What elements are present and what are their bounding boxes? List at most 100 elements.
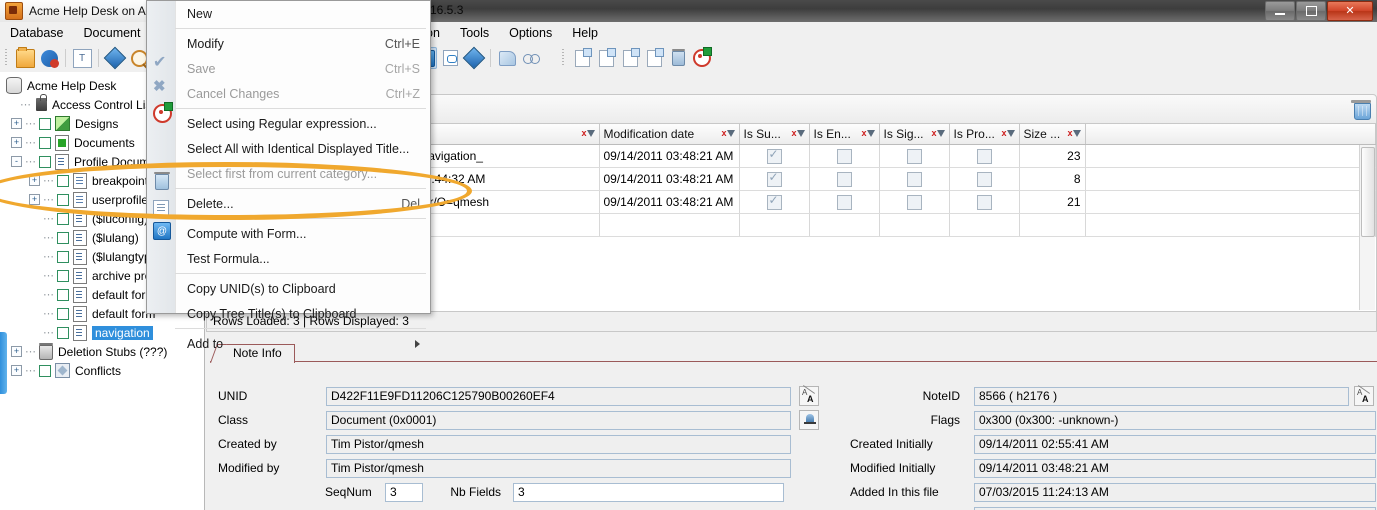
expander-icon[interactable]: +	[11, 137, 22, 148]
filter-icon[interactable]	[722, 128, 735, 140]
col-header-is-encrypted[interactable]: Is En...	[809, 124, 880, 145]
tree-checkbox[interactable]	[39, 364, 51, 377]
expander-icon[interactable]: +	[11, 346, 22, 357]
az-format-icon[interactable]: AA	[1354, 385, 1374, 406]
profile-doc-icon	[73, 172, 87, 189]
expander-icon[interactable]: +	[29, 194, 40, 205]
text-tool-icon[interactable]: T	[71, 47, 93, 69]
noteid-value[interactable]: 8566 ( h2176 )	[974, 386, 1349, 406]
tree-item-conflicts[interactable]: + ⋯ Conflicts	[0, 361, 204, 380]
refresh-icon[interactable]	[38, 47, 60, 69]
check-doc-icon[interactable]	[571, 47, 593, 69]
col-header-is-signed[interactable]: Is Sig...	[879, 124, 950, 145]
flag-icon[interactable]	[799, 410, 819, 430]
open-folder-icon[interactable]	[14, 46, 36, 69]
tree-checkbox[interactable]	[57, 269, 69, 282]
link-doc-icon[interactable]	[439, 47, 461, 69]
menu-item-select-all-identical-title[interactable]: Select All with Identical Displayed Titl…	[175, 136, 430, 161]
added-in-this-file-value[interactable]: 07/03/2015 11:24:13 AM	[974, 482, 1376, 502]
cell-spacer	[1085, 144, 1376, 168]
filter-icon[interactable]	[932, 128, 945, 140]
seqnum-value[interactable]: 3	[385, 482, 423, 502]
tree-checkbox[interactable]	[57, 288, 69, 301]
tree-checkbox[interactable]	[57, 250, 69, 263]
tree-checkbox[interactable]	[39, 136, 51, 149]
scrollbar-thumb[interactable]	[1361, 147, 1375, 237]
tree-checkbox[interactable]	[57, 231, 69, 244]
expander-icon[interactable]: +	[11, 118, 22, 129]
unid-value[interactable]: D422F11E9FD11206C125790B00260EF4	[326, 386, 791, 406]
move-doc-icon[interactable]	[643, 47, 665, 69]
field-modified-initially: Modified Initially 09/14/2011 03:48:21 A…	[850, 458, 1376, 478]
tree-item-deletion-stubs[interactable]: + ⋯ Deletion Stubs (???)	[0, 342, 204, 361]
menu-database[interactable]: Database	[0, 24, 74, 42]
toolbar-grip-1[interactable]	[3, 49, 10, 67]
created-initially-value[interactable]: 09/14/2011 02:55:41 AM	[974, 434, 1376, 454]
tree-checkbox[interactable]	[57, 326, 69, 339]
tree-checkbox[interactable]	[57, 174, 69, 187]
menu-document[interactable]: Document	[74, 24, 151, 42]
cell-size: 23	[1019, 144, 1086, 168]
documents-icon	[55, 134, 69, 151]
modified-by-value[interactable]: Tim Pistor/qmesh	[326, 458, 791, 478]
modified-in-this-file-value[interactable]: 07/03/2015 11:24:13 AM	[974, 506, 1376, 510]
field-added-in-this-file: Added In this file 07/03/2015 11:24:13 A…	[850, 482, 1376, 502]
multi-doc-icon[interactable]	[595, 47, 617, 69]
target-doc-icon[interactable]	[691, 47, 713, 69]
toolbar-grip-3[interactable]	[560, 49, 567, 67]
tree-checkbox[interactable]	[57, 212, 69, 225]
menu-tools[interactable]: Tools	[450, 24, 499, 42]
tree-checkbox[interactable]	[57, 193, 69, 206]
trash-icon[interactable]	[1351, 99, 1371, 120]
menu-help[interactable]: Help	[562, 24, 608, 42]
filter-icon[interactable]	[1068, 128, 1081, 140]
table-vertical-scrollbar[interactable]	[1359, 145, 1375, 310]
menu-item-delete[interactable]: Delete... Del	[175, 191, 430, 216]
col-header-is-protected[interactable]: Is Pro...	[949, 124, 1020, 145]
menu-item-select-using-regex[interactable]: Select using Regular expression...	[175, 111, 430, 136]
filter-icon[interactable]	[582, 128, 595, 140]
stack-doc-icon[interactable]	[619, 47, 641, 69]
expander-icon[interactable]: +	[11, 365, 22, 376]
close-button[interactable]: ✕	[1327, 1, 1373, 21]
menu-separator	[175, 328, 426, 329]
menu-item-add-to[interactable]: Add to	[175, 331, 430, 356]
trash-doc-icon[interactable]	[667, 47, 689, 69]
tree-checkbox[interactable]	[39, 155, 51, 168]
menu-options[interactable]: Options	[499, 24, 562, 42]
menu-item-label: Add to	[187, 336, 224, 351]
col-header-is-summary[interactable]: Is Su...	[739, 124, 810, 145]
tree-connector: ⋯	[43, 194, 54, 206]
nbfields-value[interactable]: 3	[513, 482, 784, 502]
menu-item-label: Cancel Changes	[187, 86, 280, 101]
diamond-icon[interactable]	[103, 46, 127, 70]
menu-item-compute-with-form[interactable]: Compute with Form...	[175, 221, 430, 246]
col-header-modification-date[interactable]: Modification date	[599, 124, 740, 145]
tree-checkbox[interactable]	[57, 307, 69, 320]
az-format-icon[interactable]: AA	[799, 385, 819, 406]
created-by-value[interactable]: Tim Pistor/qmesh	[326, 434, 791, 454]
flags-value[interactable]: 0x300 (0x300: -unknown-)	[974, 410, 1376, 430]
filter-icon[interactable]	[862, 128, 875, 140]
profile-doc-icon	[73, 286, 87, 303]
modified-initially-value[interactable]: 09/14/2011 03:48:21 AM	[974, 458, 1376, 478]
class-value[interactable]: Document (0x0001)	[326, 410, 791, 430]
tree-checkbox[interactable]	[39, 117, 51, 130]
menu-item-copy-tree-title-to-clipboard[interactable]: Copy Tree Title(s) to Clipboard	[175, 301, 430, 326]
menu-separator	[175, 218, 426, 219]
filter-icon[interactable]	[1002, 128, 1015, 140]
diamond2-icon[interactable]	[462, 46, 486, 70]
expander-icon[interactable]: +	[29, 175, 40, 186]
minimize-button[interactable]	[1265, 1, 1295, 21]
brush-icon[interactable]	[496, 47, 518, 69]
tree-item-navigation[interactable]: ⋯ navigation	[0, 323, 204, 342]
menu-item-copy-unid-to-clipboard[interactable]: Copy UNID(s) to Clipboard	[175, 276, 430, 301]
filter-icon[interactable]	[792, 128, 805, 140]
menu-item-test-formula[interactable]: Test Formula...	[175, 246, 430, 271]
menu-item-new[interactable]: New	[175, 1, 430, 26]
menu-item-modify[interactable]: Modify Ctrl+E	[175, 31, 430, 56]
expander-icon[interactable]: -	[11, 156, 22, 167]
restore-button[interactable]	[1296, 1, 1326, 21]
binoculars-icon[interactable]	[520, 47, 542, 69]
col-header-size[interactable]: Size ...	[1019, 124, 1086, 145]
